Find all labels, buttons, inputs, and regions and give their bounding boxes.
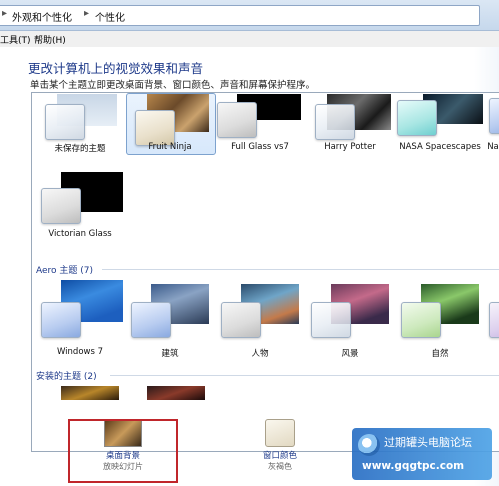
watermark-url: www.gqgtpc.com	[362, 460, 465, 472]
window-color-swatch	[41, 188, 81, 224]
theme-partial[interactable]	[486, 279, 499, 351]
theme-landscapes[interactable]	[306, 279, 396, 351]
theme-label: Na	[487, 142, 499, 152]
breadcrumb-separator: ▸	[2, 8, 8, 19]
highlight-box	[68, 419, 178, 483]
theme-list[interactable]: 未保存的主题 Fruit Ninja Full Glass vs7 Harry …	[31, 92, 499, 452]
breadcrumb[interactable]: ▸ 外观和个性化 ▸ 个性化	[0, 5, 480, 26]
window-color-swatch	[401, 302, 441, 338]
theme-characters[interactable]	[216, 279, 306, 351]
theme-label: 自然	[431, 349, 449, 359]
window-color-swatch	[397, 100, 437, 136]
breadcrumb-appearance[interactable]: 外观和个性化	[12, 9, 72, 24]
window-color-label: 窗口颜色	[262, 451, 297, 461]
window-color-swatch	[135, 110, 175, 146]
section-installed-heading: 安装的主题 (2)	[36, 372, 97, 382]
window-color-swatch	[41, 302, 81, 338]
window-color-swatch	[489, 98, 499, 134]
theme-label: Victorian Glass	[48, 229, 112, 239]
page-title: 更改计算机上的视觉效果和声音	[28, 61, 204, 76]
theme-label: 人物	[251, 349, 269, 359]
window-color-swatch	[131, 302, 171, 338]
page-subtitle: 单击某个主题立即更改桌面背景、窗口颜色、声音和屏幕保护程序。	[30, 80, 316, 91]
window-color-swatch	[217, 102, 257, 138]
theme-label: Windows 7	[56, 347, 104, 357]
breadcrumb-separator: ▸	[84, 8, 90, 19]
theme-windows-7[interactable]	[36, 279, 126, 351]
theme-label: 建筑	[161, 349, 179, 359]
menu-tools[interactable]: 工具(T)	[0, 33, 31, 46]
window-color-swatch	[489, 302, 499, 338]
window-color-swatch	[221, 302, 261, 338]
section-aero-heading: Aero 主题 (7)	[36, 266, 94, 276]
theme-label: 风景	[341, 349, 359, 359]
address-bar: ▸ 外观和个性化 ▸ 个性化	[0, 0, 499, 31]
window-color-sub: 灰褐色	[268, 462, 292, 471]
menu-bar: 工具(T) 帮助(H)	[0, 31, 499, 48]
theme-installed-2[interactable]	[126, 385, 216, 401]
watermark: 过期罐头电脑论坛 www.gqgtpc.com	[352, 428, 492, 480]
menu-help[interactable]: 帮助(H)	[34, 33, 66, 46]
window-color-swatch	[315, 104, 355, 140]
theme-nature[interactable]	[396, 279, 486, 351]
theme-wallpaper	[147, 386, 205, 400]
theme-installed-1[interactable]	[36, 385, 126, 401]
window-color-swatch	[45, 104, 85, 140]
theme-label: Harry Potter	[324, 142, 376, 152]
theme-label: Full Glass vs7	[231, 142, 289, 152]
window-color-swatch	[311, 302, 351, 338]
watermark-title: 过期罐头电脑论坛	[384, 436, 472, 449]
forum-logo-icon	[358, 434, 380, 456]
theme-wallpaper	[61, 386, 119, 400]
window-color-link[interactable]: 窗口颜色 灰褐色	[240, 419, 320, 472]
theme-label: 未保存的主题	[54, 144, 106, 154]
window-color-icon	[265, 419, 295, 447]
theme-label: Fruit Ninja	[148, 142, 192, 152]
section-divider	[110, 375, 499, 376]
breadcrumb-personalization[interactable]: 个性化	[95, 9, 125, 24]
theme-architecture[interactable]	[126, 279, 216, 351]
section-divider	[102, 269, 499, 270]
personalization-content: 更改计算机上的视觉效果和声音 单击某个主题立即更改桌面背景、窗口颜色、声音和屏幕…	[0, 47, 499, 486]
